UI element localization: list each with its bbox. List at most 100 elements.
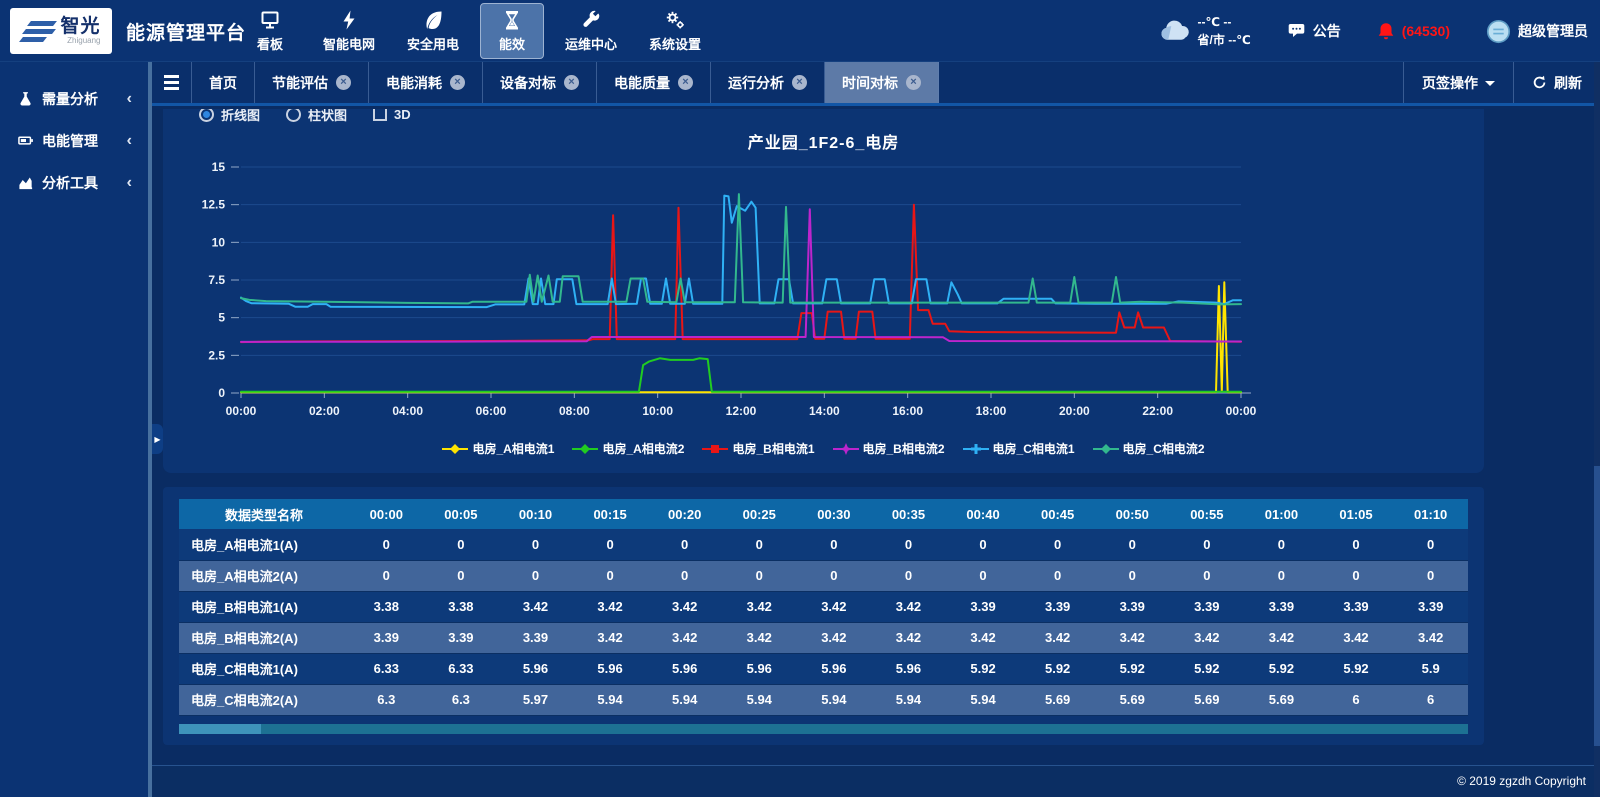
chart-controls: 折线图 柱状图 3D bbox=[199, 109, 1484, 127]
svg-text:00:00: 00:00 bbox=[1226, 404, 1257, 418]
svg-text:00:00: 00:00 bbox=[226, 404, 257, 418]
sidebar-item-energy-mgmt[interactable]: 电能管理‹ bbox=[0, 120, 148, 162]
sidebar-item-demand-analysis[interactable]: 需量分析‹ bbox=[0, 78, 148, 120]
svg-text:02:00: 02:00 bbox=[309, 404, 340, 418]
value-cell: 0 bbox=[1095, 560, 1170, 591]
table-row: 电房_A相电流2(A)000000000000000 bbox=[179, 560, 1468, 591]
legend-item-c2[interactable]: 电房_C相电流2 bbox=[1093, 440, 1205, 457]
weather-city: 省/市 --℃ bbox=[1198, 31, 1251, 49]
nav-item-smart-grid[interactable]: 智能电网 bbox=[312, 3, 386, 59]
bell-icon bbox=[1377, 22, 1395, 40]
logo-text-en: Zhiguang bbox=[67, 37, 100, 45]
column-header: 00:30 bbox=[797, 499, 872, 529]
sidebar-item-analysis-tools[interactable]: 分析工具‹ bbox=[0, 162, 148, 204]
column-header: 00:35 bbox=[871, 499, 946, 529]
nav-item-system-settings[interactable]: 系统设置 bbox=[638, 3, 712, 59]
announcement-button[interactable]: 公告 bbox=[1287, 21, 1341, 41]
nav-item-ops-center[interactable]: 运维中心 bbox=[554, 3, 628, 59]
hourglass-icon bbox=[501, 9, 523, 31]
value-cell: 0 bbox=[797, 560, 872, 591]
row-name-cell: 电房_A相电流1(A) bbox=[179, 529, 349, 560]
legend-label: 电房_A相电流1 bbox=[472, 440, 554, 457]
legend-item-c1[interactable]: 电房_C相电流1 bbox=[963, 440, 1075, 457]
value-cell: 0 bbox=[1244, 560, 1319, 591]
tab-close-icon[interactable]: × bbox=[450, 75, 465, 90]
alarm-button[interactable]: (64530) bbox=[1377, 22, 1450, 40]
value-cell: 5.92 bbox=[1170, 653, 1245, 684]
value-cell: 0 bbox=[1244, 529, 1319, 560]
user-name: 超级管理员 bbox=[1518, 21, 1588, 41]
column-header: 01:05 bbox=[1319, 499, 1394, 529]
row-name-cell: 电房_A相电流2(A) bbox=[179, 560, 349, 591]
gears-icon bbox=[664, 9, 686, 31]
logo-stripes-icon bbox=[21, 21, 55, 42]
tab-close-icon[interactable]: × bbox=[792, 75, 807, 90]
value-cell: 5.97 bbox=[498, 684, 573, 715]
nav-item-energy-efficiency[interactable]: 能效 bbox=[480, 3, 544, 59]
legend-marker-icon bbox=[1093, 443, 1119, 455]
tab-close-icon[interactable]: × bbox=[678, 75, 693, 90]
value-cell: 5.96 bbox=[797, 653, 872, 684]
tab-operations-label: 页签操作 bbox=[1422, 73, 1478, 93]
legend-item-a2[interactable]: 电房_A相电流2 bbox=[572, 440, 684, 457]
tab-operation-analysis[interactable]: 运行分析× bbox=[711, 62, 825, 103]
tab-close-icon[interactable]: × bbox=[906, 75, 921, 90]
svg-text:12.5: 12.5 bbox=[202, 198, 226, 212]
table-row: 电房_B相电流1(A)3.383.383.423.423.423.423.423… bbox=[179, 591, 1468, 622]
value-cell: 0 bbox=[946, 529, 1021, 560]
monitor-icon bbox=[259, 9, 281, 31]
chart-control-3d-option[interactable]: 3D bbox=[373, 109, 411, 122]
nav-item-label: 能效 bbox=[499, 34, 525, 53]
legend-item-b2[interactable]: 电房_B相电流2 bbox=[833, 440, 945, 457]
row-name-cell: 电房_C相电流1(A) bbox=[179, 653, 349, 684]
tab-energy-eval[interactable]: 节能评估× bbox=[255, 62, 369, 103]
nav-item-safe-power[interactable]: 安全用电 bbox=[396, 3, 470, 59]
tab-energy-consumption[interactable]: 电能消耗× bbox=[369, 62, 483, 103]
legend-marker-icon bbox=[963, 443, 989, 455]
value-cell: 0 bbox=[573, 529, 648, 560]
tabbar-actions: 页签操作 刷新 bbox=[1403, 62, 1600, 103]
copyright-text: © 2019 zgzdh Copyright bbox=[1457, 774, 1586, 788]
sidebar-collapse-handle[interactable]: ▶ bbox=[152, 424, 163, 454]
legend-marker-icon bbox=[702, 443, 728, 455]
tab-time-benchmark[interactable]: 时间对标× bbox=[825, 62, 939, 103]
value-cell: 0 bbox=[349, 529, 424, 560]
refresh-button[interactable]: 刷新 bbox=[1513, 62, 1600, 103]
chart-legend: 电房_A相电流1 电房_A相电流2 电房_B相电流1 电房_B相电流2 电房_C相电流1… bbox=[163, 440, 1484, 457]
tab-close-icon[interactable]: × bbox=[564, 75, 579, 90]
legend-item-b1[interactable]: 电房_B相电流1 bbox=[702, 440, 814, 457]
chart-card: 折线图柱状图3D 产业园_1F2-6_电房 02.557.51012.51500… bbox=[163, 109, 1484, 473]
data-table-card: 数据类型名称00:0000:0500:1000:1500:2000:2500:3… bbox=[163, 487, 1484, 745]
scrollbar-thumb[interactable] bbox=[179, 724, 261, 734]
tab-menu-button[interactable] bbox=[152, 62, 192, 103]
legend-item-a1[interactable]: 电房_A相电流1 bbox=[442, 440, 554, 457]
legend-label: 电房_B相电流2 bbox=[863, 440, 945, 457]
legend-label: 电房_C相电流2 bbox=[1123, 440, 1205, 457]
tab-device-benchmark[interactable]: 设备对标× bbox=[483, 62, 597, 103]
table-horizontal-scrollbar[interactable] bbox=[179, 724, 1468, 734]
value-cell: 0 bbox=[1170, 560, 1245, 591]
tab-operations-button[interactable]: 页签操作 bbox=[1403, 62, 1513, 103]
tab-close-icon[interactable]: × bbox=[336, 75, 351, 90]
radio-icon[interactable] bbox=[199, 109, 214, 122]
chart-control-bar-chart-option[interactable]: 柱状图 bbox=[286, 109, 347, 124]
value-cell: 3.39 bbox=[1319, 591, 1394, 622]
page-vertical-scrollbar[interactable] bbox=[1594, 62, 1600, 797]
chevron-left-icon: ‹ bbox=[127, 132, 132, 150]
company-logo: 智光 Zhiguang bbox=[10, 8, 112, 54]
tab-power-quality[interactable]: 电能质量× bbox=[597, 62, 711, 103]
value-cell: 0 bbox=[647, 560, 722, 591]
column-header: 01:00 bbox=[1244, 499, 1319, 529]
value-cell: 0 bbox=[1020, 529, 1095, 560]
chart-control-line-chart-option[interactable]: 折线图 bbox=[199, 109, 260, 124]
value-cell: 3.42 bbox=[1020, 622, 1095, 653]
checkbox-icon[interactable] bbox=[373, 109, 387, 121]
tab-home[interactable]: 首页 bbox=[192, 62, 255, 103]
page-scrollbar-thumb[interactable] bbox=[1594, 466, 1600, 745]
value-cell: 3.42 bbox=[647, 622, 722, 653]
nav-item-dashboard[interactable]: 看板 bbox=[238, 3, 302, 59]
radio-icon[interactable] bbox=[286, 109, 301, 122]
value-cell: 5.96 bbox=[722, 653, 797, 684]
user-menu[interactable]: 超级管理员 bbox=[1486, 19, 1588, 44]
chevron-left-icon: ‹ bbox=[127, 174, 132, 192]
